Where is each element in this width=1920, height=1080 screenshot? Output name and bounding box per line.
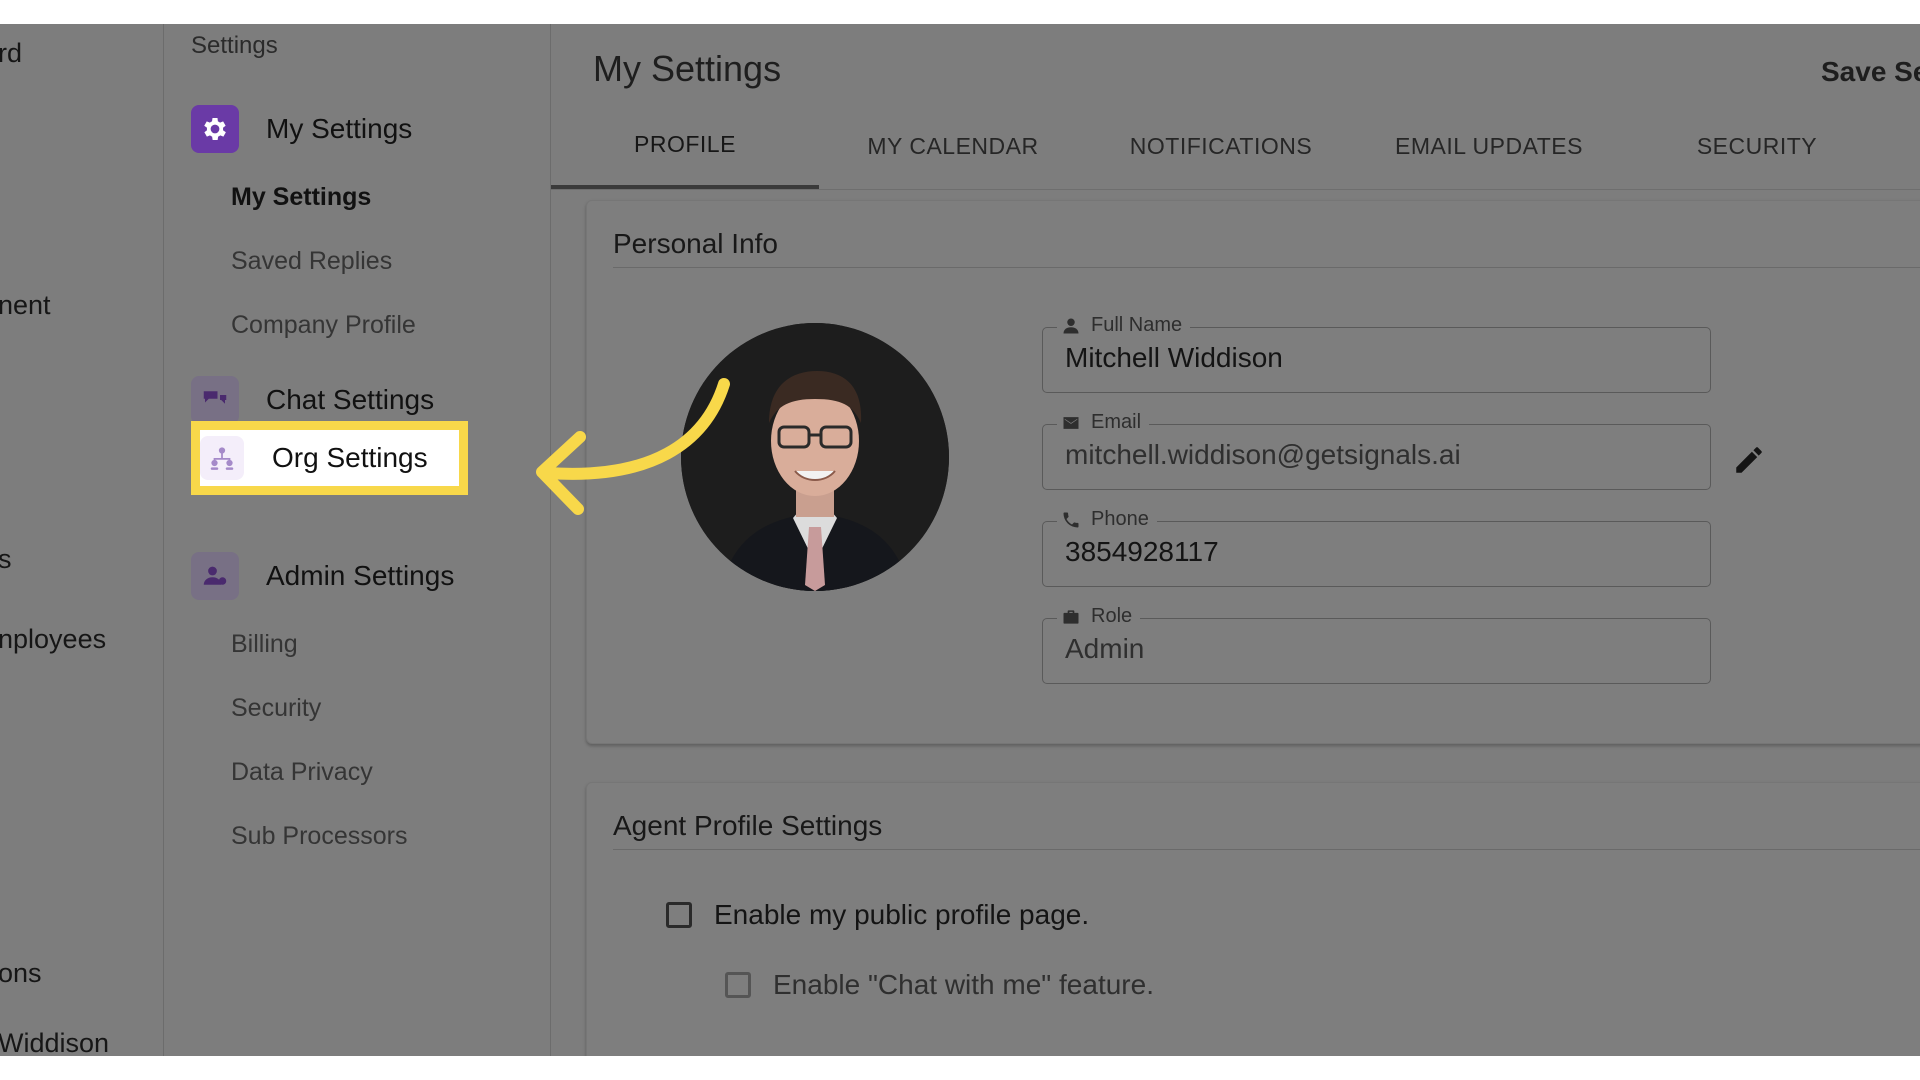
email-field[interactable]: Email mitchell.widdison@getsignals.ai — [1042, 411, 1711, 490]
agent-profile-card: Agent Profile Settings Enable my public … — [586, 782, 1920, 1056]
email-value: mitchell.widdison@getsignals.ai — [1065, 439, 1461, 470]
avatar[interactable] — [681, 323, 949, 591]
option-label: Enable my public profile page. — [714, 899, 1090, 930]
sidebar-group-admin-settings[interactable]: Admin Settings — [191, 551, 454, 601]
field-label: Phone — [1057, 508, 1157, 531]
sidebar-group-label: My Settings — [266, 113, 413, 144]
settings-tabs: PROFILE MY CALENDAR NOTIFICATIONS EMAIL … — [551, 104, 1920, 190]
screen: rd nent s nployees ons Widdison Settings… — [0, 24, 1920, 1056]
phone-icon — [1063, 512, 1079, 527]
full-name-field[interactable]: Full Name Mitchell Widdison — [1042, 314, 1711, 393]
admin-user-icon — [191, 552, 239, 600]
option-label: Enable "Chat with me" feature. — [773, 969, 1154, 1000]
sidebar-group-label: Admin Settings — [266, 560, 455, 591]
nav-item[interactable]: s — [0, 544, 12, 575]
pencil-edit-icon[interactable] — [1732, 443, 1766, 477]
phone-value: 3854928117 — [1065, 536, 1219, 567]
divider — [613, 849, 1920, 850]
field-label: Role — [1057, 605, 1141, 628]
tab-my-calendar[interactable]: MY CALENDAR — [819, 104, 1087, 189]
field-label: Email — [1057, 411, 1150, 434]
card-title: Personal Info — [613, 228, 778, 259]
tab-notifications[interactable]: NOTIFICATIONS — [1087, 104, 1355, 189]
briefcase-icon — [1063, 609, 1079, 624]
chat-bubbles-icon — [191, 376, 239, 424]
divider — [613, 267, 1920, 268]
gear-icon — [191, 105, 239, 153]
nav-item[interactable]: rd — [0, 38, 22, 69]
role-field[interactable]: Role Admin — [1042, 605, 1711, 684]
card-title: Agent Profile Settings — [613, 810, 883, 841]
sidebar-item-company-profile[interactable]: Company Profile — [231, 311, 416, 340]
sidebar-group-label: Org Settings — [272, 442, 428, 473]
nav-item[interactable]: ons — [0, 958, 42, 989]
sidebar-item-my-settings[interactable]: My Settings — [231, 183, 371, 212]
personal-info-card: Personal Info Full Name Mitchell Widdiso… — [586, 200, 1920, 744]
org-chart-icon — [200, 436, 244, 480]
nav-user-name[interactable]: Widdison — [0, 1028, 109, 1056]
sidebar-item-billing[interactable]: Billing — [231, 630, 298, 659]
full-name-value: Mitchell Widdison — [1065, 342, 1283, 373]
sidebar-group-my-settings[interactable]: My Settings — [191, 104, 412, 154]
settings-sidebar: Settings My Settings My Settings Saved R… — [164, 24, 551, 1056]
phone-field[interactable]: Phone 3854928117 — [1042, 508, 1711, 587]
sidebar-title: Settings — [191, 32, 278, 59]
save-settings-button[interactable]: Save Se — [1821, 56, 1920, 88]
sidebar-group-label: Chat Settings — [266, 384, 435, 415]
nav-item[interactable]: nployees — [0, 624, 106, 655]
tab-profile[interactable]: PROFILE — [551, 104, 819, 189]
sidebar-group-org-settings[interactable]: Org Settings — [191, 421, 468, 495]
sidebar-item-security[interactable]: Security — [231, 694, 321, 723]
person-icon — [1063, 318, 1079, 333]
nav-item[interactable]: nent — [0, 290, 51, 321]
field-label: Full Name — [1057, 314, 1191, 337]
sidebar-item-sub-processors[interactable]: Sub Processors — [231, 822, 407, 851]
sidebar-item-saved-replies[interactable]: Saved Replies — [231, 247, 392, 276]
chat-with-me-option[interactable]: Enable "Chat with me" feature. — [725, 969, 1154, 1001]
tab-security[interactable]: SECURITY — [1623, 104, 1891, 189]
main-content: My Settings Save Se PROFILE MY CALENDAR … — [551, 24, 1920, 1056]
tab-email-updates[interactable]: EMAIL UPDATES — [1355, 104, 1623, 189]
page-title: My Settings — [593, 48, 782, 89]
public-profile-option[interactable]: Enable my public profile page. — [666, 899, 1089, 931]
role-value: Admin — [1065, 633, 1145, 664]
chat-with-me-checkbox[interactable] — [725, 972, 751, 998]
public-profile-checkbox[interactable] — [666, 902, 692, 928]
sidebar-group-chat-settings[interactable]: Chat Settings — [191, 375, 434, 425]
email-icon — [1063, 416, 1079, 429]
main-navigation: rd nent s nployees ons Widdison — [0, 24, 164, 1056]
sidebar-item-data-privacy[interactable]: Data Privacy — [231, 758, 373, 787]
